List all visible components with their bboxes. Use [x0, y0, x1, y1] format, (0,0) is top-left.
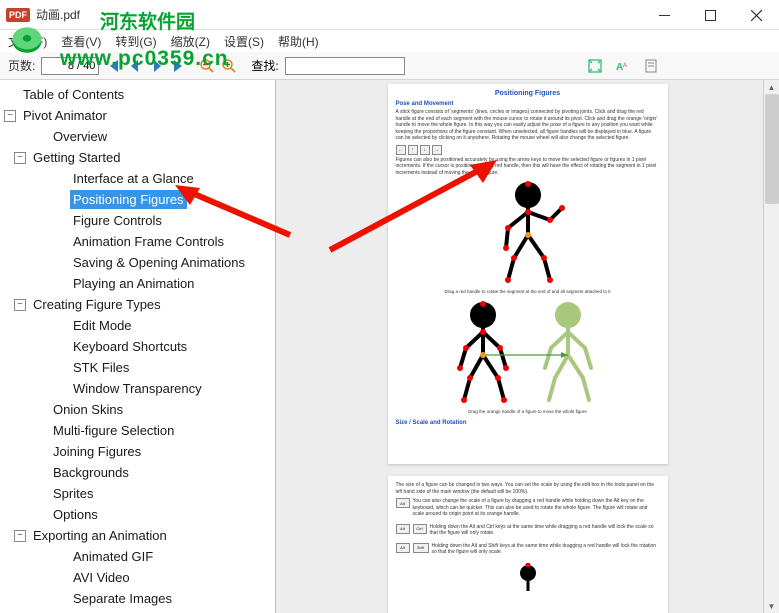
pdf-page-1: Positioning Figures Pose and Movement A …: [388, 84, 668, 464]
zoom-in-icon[interactable]: [221, 58, 237, 74]
pdf-badge: PDF: [6, 8, 30, 22]
toc-item-figure-controls[interactable]: Figure Controls: [0, 210, 275, 231]
toc-item-playing[interactable]: Playing an Animation: [0, 273, 275, 294]
toc-item-onion[interactable]: Onion Skins: [0, 399, 275, 420]
maximize-button[interactable]: [687, 0, 733, 30]
stick-figure-illustration-2: [428, 300, 628, 405]
title-bar: PDF 动画.pdf: [0, 0, 779, 30]
toc-item-sep-images[interactable]: Separate Images: [0, 588, 275, 609]
menu-view[interactable]: 查看(V): [61, 33, 101, 50]
collapse-icon[interactable]: −: [14, 152, 26, 164]
stick-figure-illustration-3: [478, 563, 578, 593]
doc-heading-size: Size / Scale and Rotation: [396, 420, 660, 426]
toc-item-multifig[interactable]: Multi-figure Selection: [0, 420, 275, 441]
pdf-page-2: The size of a figure can be changed in t…: [388, 476, 668, 613]
search-label: 查找:: [251, 57, 278, 74]
bookmark-icon[interactable]: [643, 58, 659, 74]
page-input[interactable]: [41, 57, 99, 75]
toc-item-anim-frame[interactable]: Animation Frame Controls: [0, 231, 275, 252]
ctrl-key-icon: Ctrl: [413, 524, 427, 534]
arrow-keys-illustration: ← ↑ ↓ →: [396, 145, 660, 155]
toc-item-stk[interactable]: STK Files: [0, 357, 275, 378]
minimize-button[interactable]: [641, 0, 687, 30]
fit-page-icon[interactable]: [587, 58, 603, 74]
toolbar: 页数: 查找: AA: [0, 52, 779, 80]
page-label: 页数:: [8, 57, 35, 74]
key-icon: ←: [396, 145, 406, 155]
svg-text:A: A: [623, 63, 627, 69]
menu-file[interactable]: 文件(F): [8, 33, 47, 50]
toc-item-positioning[interactable]: Positioning Figures: [0, 189, 275, 210]
toc-item-toc[interactable]: Table of Contents: [0, 84, 275, 105]
toc-item-joining[interactable]: Joining Figures: [0, 441, 275, 462]
figure-caption: Drag a red handle to rotate the segment …: [396, 289, 660, 294]
close-button[interactable]: [733, 0, 779, 30]
key-icon: ↓: [420, 145, 430, 155]
alt-key-icon: Alt: [396, 543, 410, 553]
doc-heading-pose: Pose and Movement: [396, 101, 660, 107]
toc-item-keyboard[interactable]: Keyboard Shortcuts: [0, 336, 275, 357]
scroll-down-icon[interactable]: ▼: [764, 599, 779, 613]
collapse-icon[interactable]: −: [4, 110, 16, 122]
doc-title: Positioning Figures: [396, 90, 660, 97]
search-input[interactable]: [285, 57, 405, 75]
toc-item-overview[interactable]: Overview: [0, 126, 275, 147]
collapse-icon[interactable]: −: [14, 299, 26, 311]
zoom-out-icon[interactable]: [199, 58, 215, 74]
main-area: Table of Contents −Pivot Animator Overvi…: [0, 80, 779, 613]
vertical-scrollbar[interactable]: ▲ ▼: [763, 80, 779, 613]
next-page-icon[interactable]: [149, 58, 165, 74]
alt-key-icon: Alt: [396, 524, 410, 534]
collapse-icon[interactable]: −: [14, 530, 26, 542]
toc-item-edit-mode[interactable]: Edit Mode: [0, 315, 275, 336]
figure-caption: Drag the orange handle of a figure to mo…: [396, 409, 660, 414]
toc-item-options[interactable]: Options: [0, 504, 275, 525]
scrollbar-thumb[interactable]: [765, 94, 779, 204]
toc-item-root[interactable]: −Pivot Animator: [0, 105, 275, 126]
toc-item-exporting[interactable]: −Exporting an Animation: [0, 525, 275, 546]
toc-item-getting-started[interactable]: −Getting Started: [0, 147, 275, 168]
toc-item-creating[interactable]: −Creating Figure Types: [0, 294, 275, 315]
menu-goto[interactable]: 转到(G): [115, 33, 156, 50]
shift-key-icon: Shift: [413, 543, 429, 553]
toc-sidebar[interactable]: Table of Contents −Pivot Animator Overvi…: [0, 80, 276, 613]
toc-item-interface[interactable]: Interface at a Glance: [0, 168, 275, 189]
scroll-up-icon[interactable]: ▲: [764, 80, 779, 94]
menu-help[interactable]: 帮助(H): [278, 33, 319, 50]
doc-paragraph: Holding down the Alt and Shift keys at t…: [432, 543, 660, 556]
key-icon: →: [432, 145, 442, 155]
key-icon: ↑: [408, 145, 418, 155]
first-page-icon[interactable]: [105, 58, 121, 74]
doc-paragraph: Figures can also be positioned accuratel…: [396, 157, 660, 177]
toc-item-lang[interactable]: Language Files: [0, 609, 275, 613]
doc-paragraph: The size of a figure can be changed in t…: [396, 482, 660, 495]
toc-item-gif[interactable]: Animated GIF: [0, 546, 275, 567]
menu-zoom[interactable]: 缩放(Z): [171, 33, 210, 50]
alt-key-icon: Alt: [396, 498, 410, 508]
doc-paragraph: A stick figure consists of 'segments' (l…: [396, 109, 660, 142]
toc-item-avi[interactable]: AVI Video: [0, 567, 275, 588]
text-size-icon[interactable]: AA: [615, 58, 631, 74]
doc-paragraph: You can also change the scale of a figur…: [413, 498, 660, 518]
toc-item-sprites[interactable]: Sprites: [0, 483, 275, 504]
menu-bar: 文件(F) 查看(V) 转到(G) 缩放(Z) 设置(S) 帮助(H): [0, 30, 779, 52]
toc-item-saving[interactable]: Saving & Opening Animations: [0, 252, 275, 273]
doc-paragraph: Holding down the Alt and Ctrl keys at th…: [430, 524, 660, 537]
prev-page-icon[interactable]: [127, 58, 143, 74]
last-page-icon[interactable]: [171, 58, 187, 74]
document-viewport[interactable]: Positioning Figures Pose and Movement A …: [276, 80, 779, 613]
toc-item-backgrounds[interactable]: Backgrounds: [0, 462, 275, 483]
menu-settings[interactable]: 设置(S): [224, 33, 264, 50]
toc-item-transparency[interactable]: Window Transparency: [0, 378, 275, 399]
stick-figure-illustration-1: [458, 180, 598, 285]
window-title: 动画.pdf: [36, 6, 80, 23]
